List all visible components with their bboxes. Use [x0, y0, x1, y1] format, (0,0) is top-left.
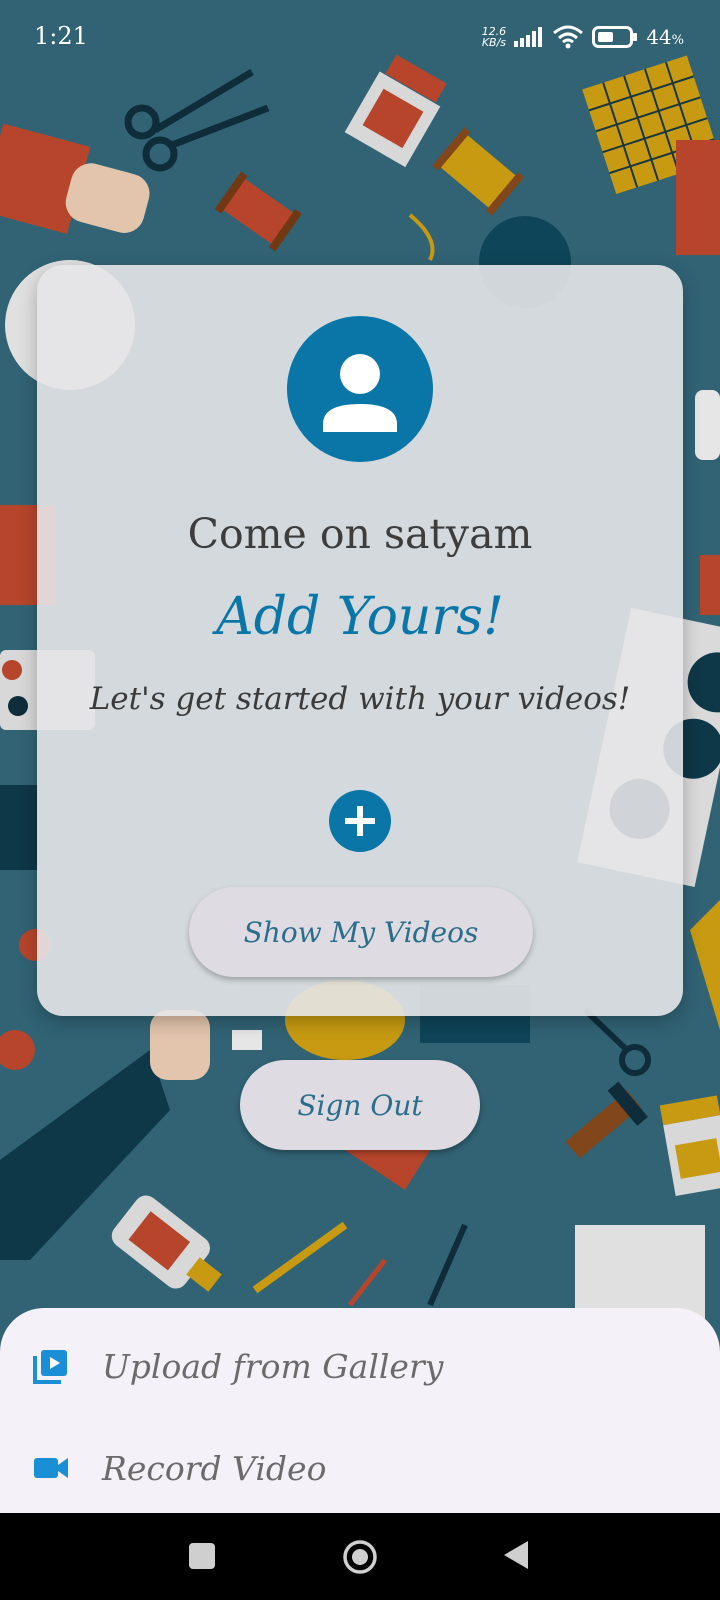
add-video-bottom-sheet: Upload from Gallery Record Video	[0, 1308, 720, 1513]
show-my-videos-button[interactable]: Show My Videos	[189, 887, 533, 977]
status-time: 1:21	[34, 22, 88, 50]
record-video-option[interactable]: Record Video	[0, 1418, 720, 1518]
add-video-button[interactable]	[329, 790, 391, 852]
welcome-card: Come on satyam Add Yours! Let's get star…	[37, 265, 683, 1016]
upload-from-gallery-label: Upload from Gallery	[102, 1346, 444, 1386]
add-yours-heading: Add Yours!	[216, 587, 504, 647]
videocam-icon	[34, 1458, 68, 1478]
back-triangle-icon[interactable]	[502, 1539, 530, 1571]
upload-from-gallery-option[interactable]: Upload from Gallery	[0, 1316, 720, 1416]
status-bar: 1:21 12.6 KB/s 44%	[0, 0, 720, 76]
sign-out-button[interactable]: Sign Out	[240, 1060, 480, 1150]
greeting-text: Come on satyam	[187, 510, 533, 558]
avatar	[287, 316, 433, 462]
battery-icon	[592, 26, 638, 48]
signal-icon	[514, 27, 543, 47]
video-library-icon	[33, 1350, 67, 1384]
home-circle-icon[interactable]	[342, 1539, 378, 1575]
status-icons: 12.6 KB/s 44%	[482, 22, 684, 52]
system-navigation-bar	[0, 1513, 720, 1600]
battery-percent: 44%	[646, 25, 684, 49]
network-speed: 12.6 KB/s	[482, 26, 507, 48]
network-speed-unit: KB/s	[481, 36, 507, 49]
wifi-icon	[553, 25, 584, 49]
plus-icon	[345, 806, 375, 836]
account-icon	[323, 354, 397, 432]
subtitle-text: Let's get started with your videos!	[89, 681, 631, 717]
recents-square-icon[interactable]	[189, 1543, 215, 1569]
record-video-label: Record Video	[102, 1448, 327, 1488]
